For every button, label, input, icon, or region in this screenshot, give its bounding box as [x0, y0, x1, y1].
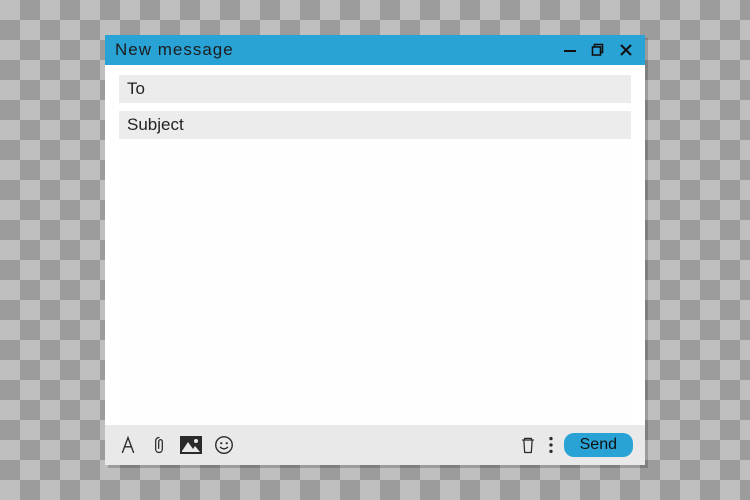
to-input[interactable]	[197, 79, 623, 99]
send-button[interactable]: Send	[564, 433, 633, 457]
more-options-icon[interactable]	[546, 434, 556, 456]
emoji-icon[interactable]	[213, 434, 235, 456]
attachment-icon[interactable]	[149, 434, 169, 456]
titlebar: New message	[105, 35, 645, 65]
bottom-toolbar: Send	[105, 425, 645, 465]
subject-input[interactable]	[197, 115, 623, 135]
compose-window: New message	[105, 35, 645, 465]
subject-label: Subject	[127, 115, 197, 135]
transparency-background: New message	[0, 0, 750, 500]
window-controls	[561, 41, 635, 59]
close-icon[interactable]	[617, 41, 635, 59]
to-label: To	[127, 79, 197, 99]
maximize-icon[interactable]	[589, 41, 607, 59]
trash-icon[interactable]	[518, 434, 538, 456]
message-body-input[interactable]	[119, 147, 631, 425]
message-body-area	[105, 147, 645, 425]
subject-field-row: Subject	[119, 111, 631, 139]
to-field-row: To	[119, 75, 631, 103]
insert-image-icon[interactable]	[179, 435, 203, 455]
window-title: New message	[115, 40, 561, 60]
header-fields: To Subject	[105, 65, 645, 147]
format-text-icon[interactable]	[117, 434, 139, 456]
minimize-icon[interactable]	[561, 41, 579, 59]
